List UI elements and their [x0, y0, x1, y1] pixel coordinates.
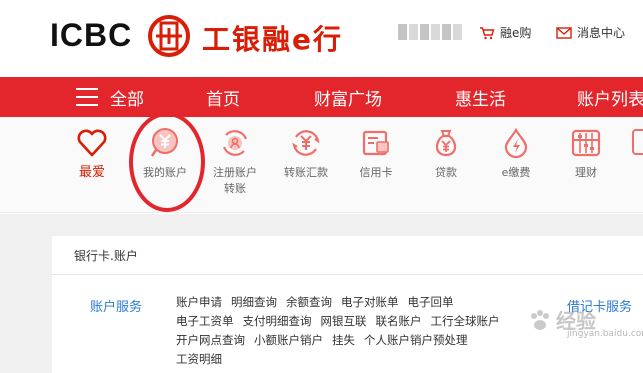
quick-credit-card-label: 信用卡 [359, 166, 393, 179]
quick-epay[interactable]: e缴费 [480, 127, 552, 181]
top-header: ICBC 工银融e行 融e购 消息中心 [0, 0, 643, 77]
service-link[interactable]: 联名账户 [376, 314, 422, 328]
watermark-url: jingyan.baidu.com [567, 329, 643, 339]
quick-favorites[interactable]: 最爱 [56, 127, 128, 181]
register-transfer-line2: 转账 [224, 182, 246, 195]
brand-name[interactable]: 工银融e行 [202, 18, 343, 58]
quick-transfer[interactable]: 转账汇款 [270, 127, 342, 181]
panel-title: 银行卡.账户 [74, 249, 138, 263]
service-link[interactable]: 明细查询 [231, 295, 277, 309]
service-link[interactable]: 电子工资单 [176, 314, 234, 328]
messages-link[interactable]: 消息中心 [556, 24, 625, 41]
service-link[interactable]: 工行全球账户 [431, 314, 500, 328]
service-row: 开户网点查询 小额账户销户 挂失 个人账户销户预处理 [176, 332, 477, 348]
service-link[interactable]: 个人账户销户预处理 [364, 333, 468, 347]
account-services-heading[interactable]: 账户服务 [90, 296, 142, 315]
quick-register-transfer-label: 注册账户 转账 [199, 165, 271, 197]
mall-link[interactable]: 融e购 [479, 24, 531, 41]
service-link[interactable]: 电子回单 [408, 295, 454, 309]
quick-loan-label: 贷款 [435, 166, 457, 179]
quick-credit-card[interactable]: 信用卡 [340, 127, 412, 181]
service-row: 账户申请 明细查询 余额查询 电子对账单 电子回单 [176, 294, 463, 310]
service-row: 电子工资单 支付明细查询 网银互联 联名账户 工行全球账户 [176, 313, 509, 329]
service-link[interactable]: 挂失 [332, 333, 355, 347]
heart-icon [77, 129, 107, 157]
money-bag-icon [435, 130, 457, 157]
service-link[interactable]: 余额查询 [286, 295, 332, 309]
service-link[interactable]: 账户申请 [176, 295, 222, 309]
quick-epay-label: e缴费 [501, 166, 531, 179]
nav-all[interactable]: 全部 [110, 85, 144, 110]
nav-wealth-square[interactable]: 财富广场 [314, 85, 382, 110]
register-transfer-line1: 注册账户 [213, 166, 257, 179]
page: ICBC 工银融e行 融e购 消息中心 全部 首页 财富广场 惠生活 账户列表 … [0, 0, 643, 373]
nav-account-list[interactable]: 账户列表 [577, 85, 643, 110]
quick-favorites-label: 最爱 [78, 165, 105, 180]
drop-bolt-icon [504, 127, 528, 159]
service-row: 工资明细 [176, 351, 231, 367]
user-name-blurred [398, 24, 462, 40]
quick-register-transfer[interactable]: 注册账户 转账 [199, 127, 271, 197]
register-transfer-icon [222, 130, 248, 156]
credit-card-icon [362, 130, 389, 156]
service-link[interactable]: 开户网点查询 [176, 333, 245, 347]
nav-life[interactable]: 惠生活 [455, 85, 506, 110]
service-link[interactable]: 工资明细 [176, 352, 222, 366]
quick-wealth-label: 理财 [575, 166, 597, 179]
menu-icon[interactable] [76, 88, 98, 106]
mail-icon [556, 26, 572, 39]
nav-home[interactable]: 首页 [206, 85, 240, 110]
transfer-icon [292, 130, 320, 156]
quick-wealth[interactable]: 理财 [550, 127, 622, 181]
service-link[interactable]: 小额账户销户 [254, 333, 323, 347]
service-link[interactable]: 网银互联 [321, 314, 367, 328]
service-link[interactable]: 电子对账单 [341, 295, 399, 309]
highlight-circle [129, 112, 205, 212]
panel-divider [52, 274, 643, 275]
quick-icon-bar: 最爱 我的账户 注册账户 转账 转账汇款 信用卡 贷款 e缴费 理财 [0, 117, 643, 213]
paw-icon [531, 309, 549, 330]
main-nav: 全部 首页 财富广场 惠生活 账户列表 [0, 77, 643, 117]
service-link[interactable]: 支付明细查询 [243, 314, 312, 328]
icbc-logo-text[interactable]: ICBC [50, 17, 132, 54]
mall-link-label: 融e购 [500, 26, 532, 40]
quick-more-partial-icon[interactable] [632, 129, 643, 159]
quick-loan[interactable]: 贷款 [410, 127, 482, 181]
shopping-cart-icon [480, 26, 495, 39]
icbc-emblem-icon[interactable] [147, 14, 191, 58]
abacus-icon [571, 129, 601, 157]
messages-link-label: 消息中心 [577, 26, 626, 40]
quick-transfer-label: 转账汇款 [284, 166, 328, 179]
